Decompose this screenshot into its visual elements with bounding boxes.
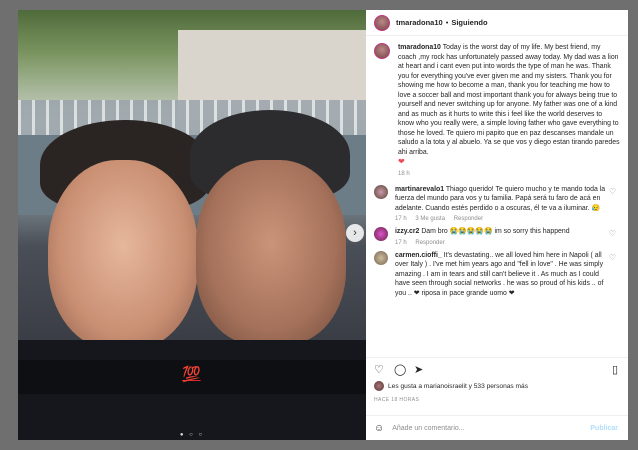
bookmark-icon[interactable]: ▯: [612, 363, 618, 376]
post-caption: tmaradona10 Today is the worst day of my…: [374, 43, 620, 168]
comment: carmen.cioffi_ It's devastating.. we all…: [374, 250, 620, 299]
comment-time: 17 h: [395, 216, 407, 222]
comment-text: izzy.cr2 Dam bro 😭😭😭😭😭 im so sorry this …: [395, 227, 613, 237]
carousel-dots: ● ○ ○: [179, 432, 205, 438]
publish-button[interactable]: Publicar: [590, 425, 618, 432]
avatar[interactable]: [374, 43, 390, 59]
add-comment-bar: ☺ Añade un comentario... Publicar: [366, 415, 628, 440]
photo-face-left: [48, 160, 198, 350]
reply-button[interactable]: Responder: [454, 216, 483, 222]
likes-text[interactable]: Les gusta a marianoisraelit y 533 person…: [388, 383, 528, 390]
avatar[interactable]: [374, 250, 388, 265]
following-button[interactable]: Siguiendo: [451, 18, 487, 27]
reply-button[interactable]: Responder: [415, 240, 444, 246]
comment: martinarevalo1 Thiago querido! Te quiero…: [374, 184, 620, 222]
heart-emoji: ❤: [398, 157, 405, 166]
comment-body: Dam bro 😭😭😭😭😭 im so sorry this happend: [421, 228, 570, 235]
post-panel: tmaradona10 • Siguiendo tmaradona10 Toda…: [366, 10, 628, 440]
avatar[interactable]: [374, 227, 388, 241]
avatar[interactable]: [374, 184, 388, 199]
comment-text: carmen.cioffi_ It's devastating.. we all…: [395, 251, 613, 299]
heart-icon[interactable]: ♡: [374, 363, 384, 376]
comment-meta: 17 h Responder: [395, 240, 613, 246]
comment-text: martinarevalo1 Thiago querido! Te quiero…: [395, 185, 613, 214]
comment-username[interactable]: martinarevalo1: [395, 186, 444, 193]
comment-username[interactable]: carmen.cioffi_: [395, 252, 442, 259]
caption-time: 18 h: [398, 170, 410, 177]
post-timestamp: HACE 18 HORAS: [374, 397, 420, 403]
caption-text: tmaradona10 Today is the worst day of my…: [398, 43, 620, 168]
comment-input[interactable]: Añade un comentario...: [392, 425, 590, 432]
caption-body: Today is the worst day of my life. My be…: [398, 44, 620, 156]
hundred-emoji: 💯: [182, 366, 201, 383]
header-separator: •: [445, 18, 449, 27]
share-icon[interactable]: ➤: [414, 363, 423, 376]
heart-icon[interactable]: ♡: [609, 187, 616, 196]
post-body: tmaradona10 Today is the worst day of my…: [366, 37, 628, 357]
action-bar: ♡ ◯ ➤ ▯: [366, 357, 628, 379]
post-header: tmaradona10 • Siguiendo: [366, 10, 628, 36]
comment: izzy.cr2 Dam bro 😭😭😭😭😭 im so sorry this …: [374, 227, 620, 246]
likes-summary[interactable]: Les gusta a marianoisraelit y 533 person…: [374, 381, 528, 391]
smile-icon[interactable]: ☺: [374, 423, 384, 434]
comment-time: 17 h: [395, 239, 407, 246]
comment-meta: 17 h 3 Me gusta Responder: [395, 216, 613, 222]
caption-username[interactable]: tmaradona10: [398, 44, 441, 51]
heart-icon[interactable]: ♡: [609, 229, 616, 238]
avatar: [374, 381, 384, 391]
post-photo: 💯 › ● ○ ○: [18, 10, 366, 440]
comment-username[interactable]: izzy.cr2: [395, 228, 419, 235]
comment-likes[interactable]: 3 Me gusta: [415, 216, 445, 222]
post-modal: 💯 › ● ○ ○ tmaradona10 • Siguiendo tmarad…: [0, 0, 638, 450]
next-photo-button[interactable]: ›: [346, 224, 364, 242]
header-username[interactable]: tmaradona10: [396, 18, 443, 27]
heart-icon[interactable]: ♡: [609, 253, 616, 262]
comment-icon[interactable]: ◯: [394, 363, 406, 376]
avatar[interactable]: [374, 14, 390, 31]
photo-face-right: [196, 160, 346, 345]
